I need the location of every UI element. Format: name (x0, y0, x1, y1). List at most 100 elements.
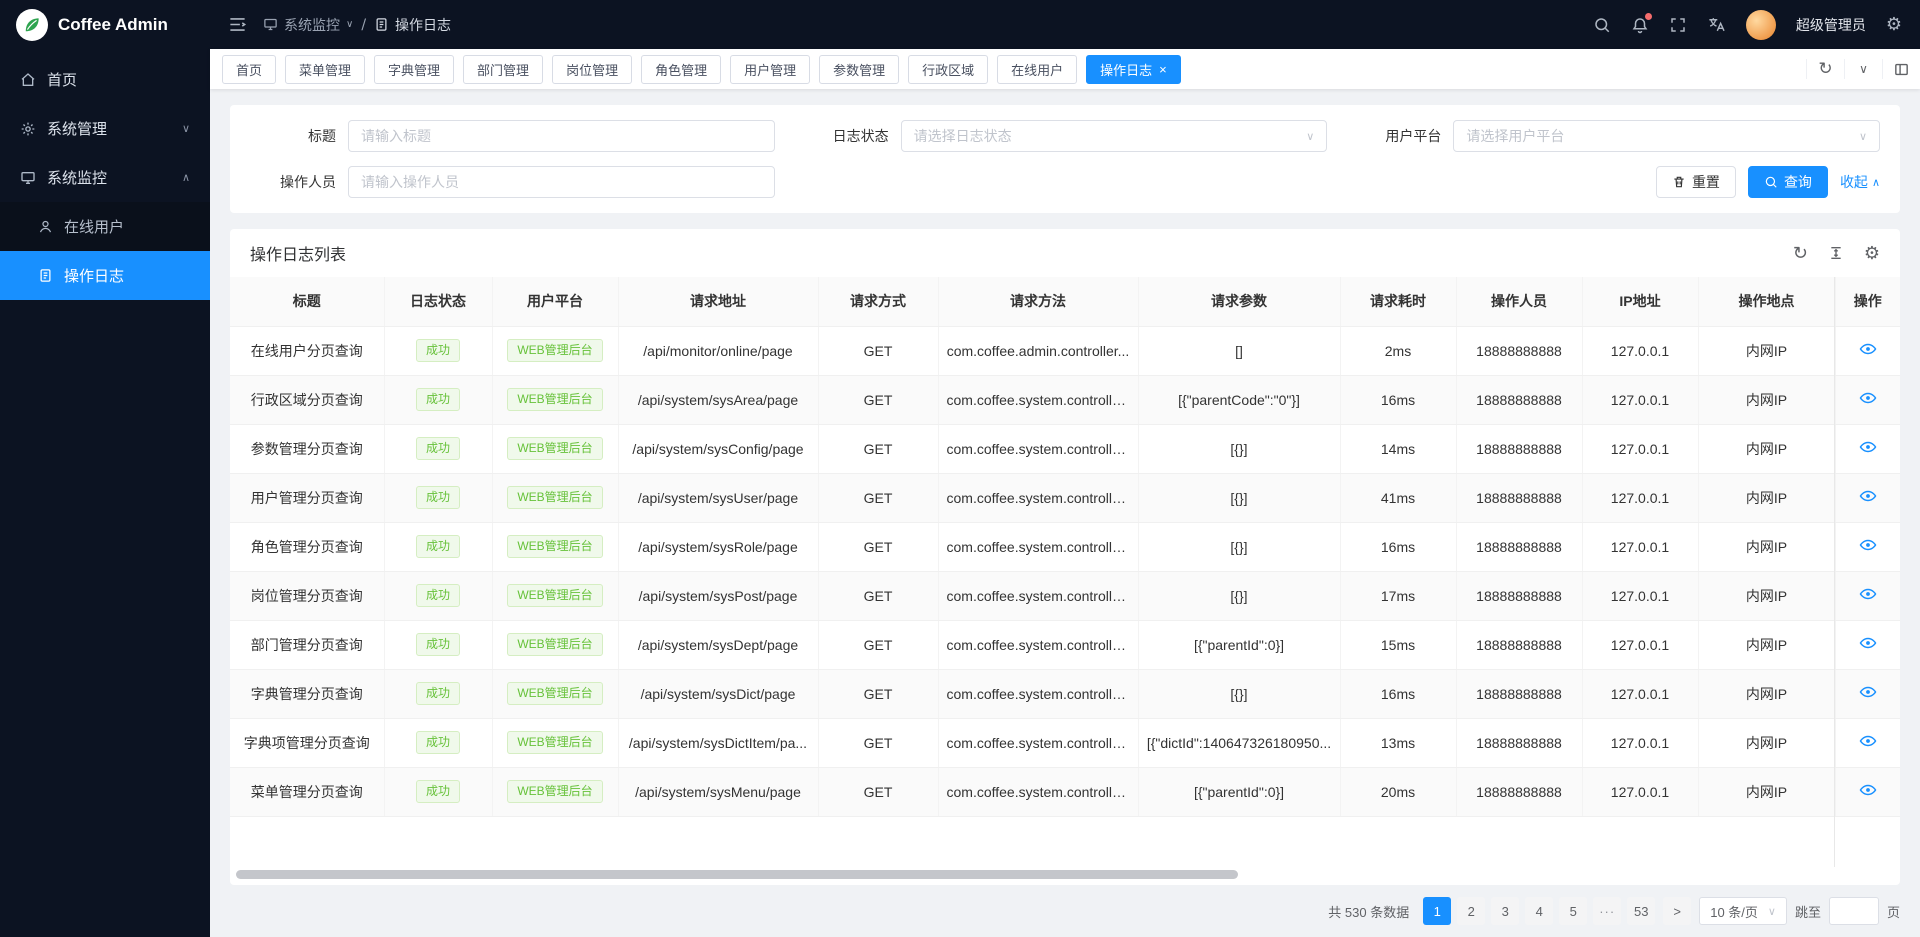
sidebar-item-online-users[interactable]: 在线用户 (0, 202, 210, 251)
chevron-down-icon[interactable]: ∨ (1844, 59, 1882, 79)
cell-operator: 18888888888 (1456, 424, 1582, 473)
sidebar-item-system-management[interactable]: 系统管理 ∨ (0, 104, 210, 153)
view-detail-button[interactable] (1859, 781, 1877, 799)
cell-location: 内网IP (1698, 424, 1835, 473)
reset-button[interactable]: 重置 (1656, 166, 1736, 198)
refresh-icon[interactable]: ↻ (1806, 59, 1844, 79)
platform-select[interactable]: 请选择用户平台 ∨ (1453, 120, 1880, 152)
view-detail-button[interactable] (1859, 585, 1877, 603)
cell-status: 成功 (384, 522, 492, 571)
jump-page-input[interactable] (1829, 897, 1879, 925)
tab[interactable]: 行政区域 (908, 55, 988, 84)
view-detail-button[interactable] (1859, 634, 1877, 652)
status-select[interactable]: 请选择日志状态 ∨ (901, 120, 1328, 152)
tab[interactable]: 参数管理 (819, 55, 899, 84)
cell-ip: 127.0.0.1 (1582, 767, 1698, 816)
next-page-button[interactable]: > (1663, 897, 1691, 925)
status-badge: 成功 (416, 339, 460, 363)
fullscreen-icon[interactable] (1669, 16, 1687, 34)
page-number-button[interactable]: 5 (1559, 897, 1587, 925)
cell-handler: com.coffee.admin.controller... (938, 326, 1138, 375)
cell-title: 在线用户分页查询 (230, 326, 384, 375)
avatar[interactable] (1746, 10, 1776, 40)
cell-params: [{}] (1138, 669, 1340, 718)
app-logo[interactable]: Coffee Admin (0, 0, 210, 49)
monitor-icon (20, 170, 36, 186)
tab[interactable]: 岗位管理 (552, 55, 632, 84)
search-button[interactable]: 查询 (1748, 166, 1828, 198)
gear-icon (20, 121, 36, 137)
tab-close-icon[interactable]: × (1159, 63, 1167, 76)
search-icon[interactable] (1593, 16, 1611, 34)
platform-badge: WEB管理后台 (507, 388, 602, 412)
view-detail-button[interactable] (1859, 389, 1877, 407)
collapse-sidebar-icon[interactable] (228, 15, 247, 34)
user-name[interactable]: 超级管理员 (1796, 15, 1866, 35)
sidebar-item-home[interactable]: 首页 (0, 55, 210, 104)
tab[interactable]: 在线用户 (997, 55, 1077, 84)
page-size-select[interactable]: 10 条/页 ∨ (1699, 897, 1787, 925)
tab[interactable]: 角色管理 (641, 55, 721, 84)
view-detail-button[interactable] (1859, 732, 1877, 750)
tab[interactable]: 部门管理 (463, 55, 543, 84)
breadcrumb-section[interactable]: 系统监控 ∨ (263, 15, 353, 35)
operator-input[interactable] (348, 166, 775, 198)
cell-location: 内网IP (1698, 473, 1835, 522)
page-number-button[interactable]: 3 (1491, 897, 1519, 925)
tab[interactable]: 用户管理 (730, 55, 810, 84)
cell-operator: 18888888888 (1456, 473, 1582, 522)
cell-handler: com.coffee.system.controlle... (938, 669, 1138, 718)
tab[interactable]: 菜单管理 (285, 55, 365, 84)
cell-method: GET (818, 326, 938, 375)
tab[interactable]: 字典管理 (374, 55, 454, 84)
filter-platform-label: 用户平台 (1355, 126, 1441, 146)
settings-gear-icon[interactable]: ⚙ (1886, 14, 1902, 35)
title-input[interactable] (348, 120, 775, 152)
page-number-button[interactable]: 53 (1627, 897, 1655, 925)
cell-status: 成功 (384, 424, 492, 473)
table-tools: ↻ ⚙ (1793, 243, 1880, 264)
cell-url: /api/system/sysDept/page (618, 620, 818, 669)
collapse-filters-link[interactable]: 收起 ∧ (1840, 172, 1880, 192)
cell-method: GET (818, 718, 938, 767)
filter-operator-field: 操作人员 (250, 166, 775, 198)
translate-icon[interactable] (1707, 15, 1726, 34)
cell-platform: WEB管理后台 (492, 571, 618, 620)
monitor-icon (263, 17, 278, 32)
sidebar-item-label: 在线用户 (64, 216, 124, 237)
horizontal-scrollbar[interactable] (236, 870, 1238, 879)
user-icon (38, 219, 53, 234)
col-status: 日志状态 (384, 277, 492, 326)
layout-icon[interactable] (1882, 59, 1920, 79)
sidebar-item-operation-log[interactable]: 操作日志 (0, 251, 210, 300)
column-settings-gear-icon[interactable]: ⚙ (1864, 243, 1880, 264)
notification-bell-icon[interactable] (1631, 16, 1649, 34)
app-title: Coffee Admin (58, 15, 168, 35)
page-number-button[interactable]: 1 (1423, 897, 1451, 925)
view-detail-button[interactable] (1859, 438, 1877, 456)
cell-ip: 127.0.0.1 (1582, 326, 1698, 375)
tab-label: 用户管理 (744, 60, 796, 79)
cell-platform: WEB管理后台 (492, 522, 618, 571)
cell-url: /api/monitor/online/page (618, 326, 818, 375)
tab[interactable]: 操作日志 × (1086, 55, 1181, 84)
view-detail-button[interactable] (1859, 536, 1877, 554)
table-header: 标题 日志状态 用户平台 请求地址 请求方式 请求方法 请求参数 请求耗时 操作… (230, 277, 1900, 326)
platform-badge: WEB管理后台 (507, 535, 602, 559)
cell-location: 内网IP (1698, 669, 1835, 718)
tab[interactable]: 首页 (222, 55, 276, 84)
log-icon (38, 268, 53, 283)
row-height-icon[interactable] (1828, 245, 1844, 261)
view-detail-button[interactable] (1859, 487, 1877, 505)
page-number-button[interactable]: ··· (1593, 897, 1621, 925)
page-number-button[interactable]: 4 (1525, 897, 1553, 925)
breadcrumb-page: 操作日志 (374, 15, 451, 35)
view-detail-button[interactable] (1859, 683, 1877, 701)
page-number-button[interactable]: 2 (1457, 897, 1485, 925)
view-detail-button[interactable] (1859, 340, 1877, 358)
cell-platform: WEB管理后台 (492, 375, 618, 424)
refresh-icon[interactable]: ↻ (1793, 243, 1808, 264)
chevron-up-icon: ∧ (182, 171, 190, 184)
cell-title: 部门管理分页查询 (230, 620, 384, 669)
sidebar-item-system-monitor[interactable]: 系统监控 ∧ (0, 153, 210, 202)
